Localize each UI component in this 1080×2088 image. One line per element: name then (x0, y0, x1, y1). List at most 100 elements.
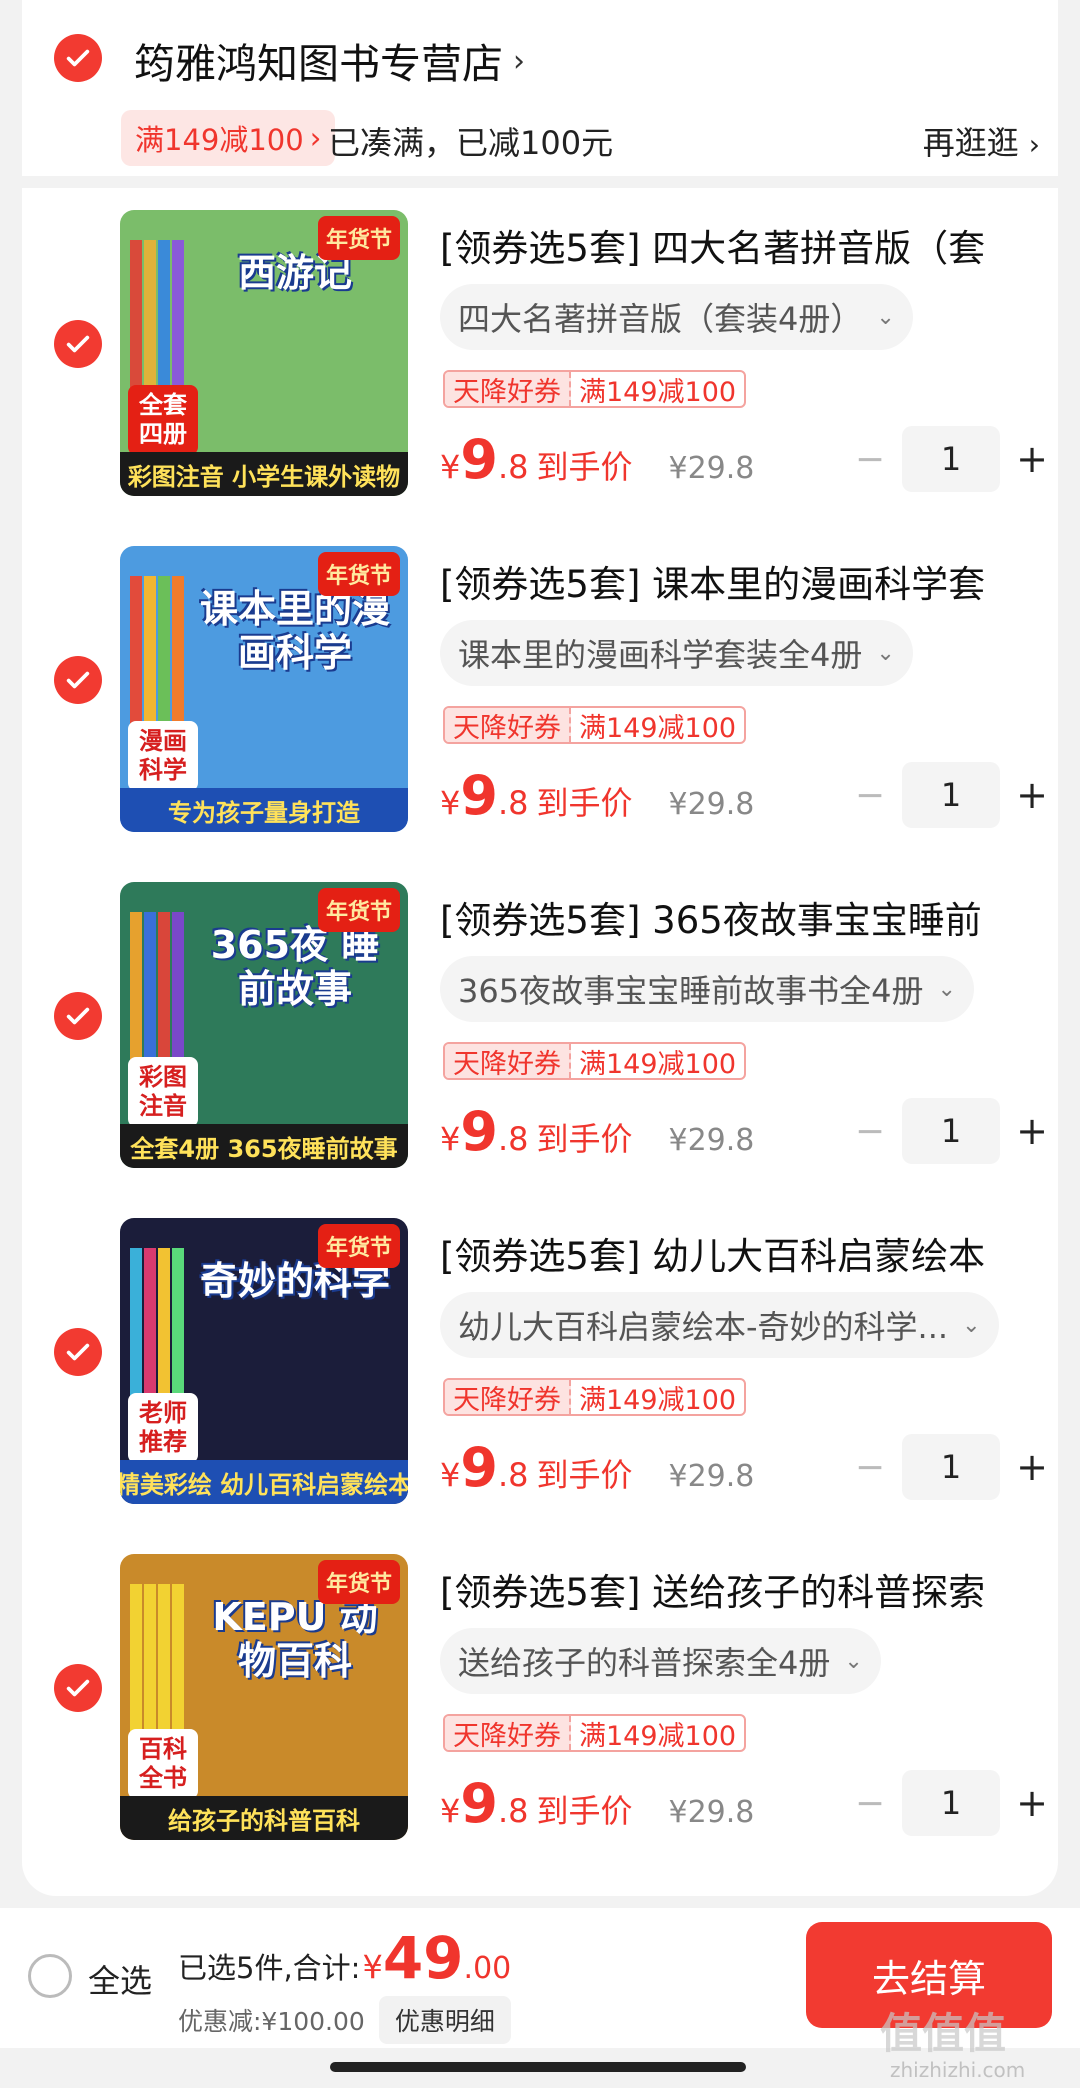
shop-more-link[interactable]: 再逛逛 › (923, 118, 1040, 164)
price-decimal: .8 (497, 1792, 529, 1830)
cover-banner: 精美彩绘 幼儿百科启蒙绘本 (120, 1460, 408, 1504)
chevron-down-icon: ⌄ (844, 1648, 863, 1674)
price-currency: ¥ (440, 1120, 461, 1158)
original-price: ¥29.8 (668, 1123, 755, 1158)
price-row: ¥ 9 .8 到手价 ¥29.8 (440, 1100, 754, 1163)
discount-amount: 优惠减:¥100.00 (178, 2007, 365, 2036)
discount-line: 优惠减:¥100.00 优惠明细 (178, 1996, 511, 2044)
item-checkbox[interactable] (54, 656, 102, 704)
product-title[interactable]: [领券选5套] 365夜故事宝宝睡前 (440, 890, 1010, 944)
decrease-button[interactable]: − (850, 1783, 890, 1824)
item-checkbox[interactable] (54, 1664, 102, 1712)
checkmark-icon (66, 1343, 90, 1361)
chevron-right-icon: › (1028, 128, 1040, 161)
quantity-value[interactable]: 1 (902, 1770, 1000, 1836)
coupon-value: 满149减100 (579, 712, 737, 744)
quantity-value[interactable]: 1 (902, 426, 1000, 492)
quantity-stepper: − 1 + (850, 1098, 1052, 1164)
quantity-value[interactable]: 1 (902, 762, 1000, 828)
item-checkbox[interactable] (54, 320, 102, 368)
cart-item: KEPU 动物百科 年货节 百科全书 给孩子的科普百科 [领券选5套] 送给孩子… (0, 1544, 1080, 1840)
variant-selector[interactable]: 365夜故事宝宝睡前故事书全4册 ⌄ (440, 956, 974, 1022)
cart-item: 365夜 睡前故事 年货节 彩图注音 全套4册 365夜睡前故事 [领券选5套]… (0, 872, 1080, 1168)
coupon-tag: 天降好券 满149减100 (443, 1714, 747, 1752)
coupon-value: 满149减100 (579, 376, 737, 408)
decrease-button[interactable]: − (850, 1447, 890, 1488)
decrease-button[interactable]: − (850, 775, 890, 816)
total-currency: ¥ (362, 1948, 383, 1986)
coupon-value: 满149减100 (579, 1384, 737, 1416)
variant-label: 送给孩子的科普探索全4册 (458, 1644, 831, 1682)
increase-button[interactable]: + (1012, 1445, 1052, 1489)
price-label: 到手价 (536, 448, 633, 486)
selected-summary: 已选5件,合计: (178, 1951, 361, 1985)
home-indicator[interactable] (330, 2062, 746, 2072)
quantity-stepper: − 1 + (850, 1434, 1052, 1500)
festival-badge: 年货节 (317, 888, 400, 932)
select-all-label[interactable]: 全选 (88, 1956, 152, 2002)
original-price: ¥29.8 (668, 787, 755, 822)
item-checkbox[interactable] (54, 992, 102, 1040)
product-image[interactable]: 课本里的漫画科学 年货节 漫画科学 专为孩子量身打造 (120, 546, 408, 832)
checkmark-icon (66, 49, 90, 67)
product-title[interactable]: [领券选5套] 四大名著拼音版（套 (440, 218, 1010, 272)
select-all-checkbox[interactable] (28, 1954, 72, 1998)
product-title[interactable]: [领券选5套] 送给孩子的科普探索 (440, 1562, 1010, 1616)
cover-title: 365夜 睡前故事 (210, 923, 380, 1011)
cover-corner-badge: 漫画科学 (128, 721, 198, 791)
cart-item: 课本里的漫画科学 年货节 漫画科学 专为孩子量身打造 [领券选5套] 课本里的漫… (0, 536, 1080, 832)
quantity-value[interactable]: 1 (902, 1434, 1000, 1500)
price-label: 到手价 (536, 1792, 633, 1830)
product-image[interactable]: 西游记 年货节 全套四册 彩图注音 小学生课外读物 (120, 210, 408, 496)
promo-status: 已凑满，已减100元 (328, 124, 614, 162)
original-price: ¥29.8 (668, 1459, 755, 1494)
chevron-down-icon: ⌄ (937, 976, 956, 1002)
coupon-value: 满149减100 (579, 1720, 737, 1752)
decrease-button[interactable]: − (850, 1111, 890, 1152)
discount-detail-button[interactable]: 优惠明细 (378, 1996, 511, 2044)
product-image[interactable]: 奇妙的科学 年货节 老师推荐 精美彩绘 幼儿百科启蒙绘本 (120, 1218, 408, 1504)
variant-selector[interactable]: 四大名著拼音版（套装4册） ⌄ (440, 284, 913, 350)
increase-button[interactable]: + (1012, 1109, 1052, 1153)
festival-badge: 年货节 (317, 552, 400, 596)
total-summary: 已选5件,合计: ¥ 49 .00 (178, 1924, 511, 1992)
price-row: ¥ 9 .8 到手价 ¥29.8 (440, 1772, 754, 1835)
chevron-down-icon: ⌄ (876, 640, 895, 666)
item-checkbox[interactable] (54, 1328, 102, 1376)
store-name-link[interactable]: 筠雅鸿知图书专营店 › (134, 30, 525, 90)
checkmark-icon (66, 671, 90, 689)
store-checkbox[interactable] (54, 34, 102, 82)
product-title[interactable]: [领券选5套] 幼儿大百科启蒙绘本 (440, 1226, 1010, 1280)
cover-corner-badge: 全套四册 (128, 385, 198, 455)
variant-selector[interactable]: 课本里的漫画科学套装全4册 ⌄ (440, 620, 913, 686)
price-integer: 9 (460, 1772, 498, 1835)
cart-item: 奇妙的科学 年货节 老师推荐 精美彩绘 幼儿百科启蒙绘本 [领券选5套] 幼儿大… (0, 1208, 1080, 1504)
chevron-right-icon: › (309, 121, 322, 155)
cover-banner: 彩图注音 小学生课外读物 (120, 452, 408, 496)
product-title[interactable]: [领券选5套] 课本里的漫画科学套 (440, 554, 1010, 608)
checkmark-icon (66, 335, 90, 353)
quantity-value[interactable]: 1 (902, 1098, 1000, 1164)
variant-label: 四大名著拼音版（套装4册） (458, 300, 863, 338)
price-integer: 9 (460, 1436, 498, 1499)
decrease-button[interactable]: − (850, 439, 890, 480)
increase-button[interactable]: + (1012, 773, 1052, 817)
quantity-stepper: − 1 + (850, 762, 1052, 828)
variant-selector[interactable]: 幼儿大百科启蒙绘本-奇妙的科学... ⌄ (440, 1292, 999, 1358)
coupon-tag: 天降好券 满149减100 (443, 370, 747, 408)
increase-button[interactable]: + (1012, 1781, 1052, 1825)
price-currency: ¥ (440, 1456, 461, 1494)
promo-tag[interactable]: 满149减100 › (121, 110, 336, 166)
price-integer: 9 (460, 428, 498, 491)
variant-selector[interactable]: 送给孩子的科普探索全4册 ⌄ (440, 1628, 881, 1694)
quantity-stepper: − 1 + (850, 1770, 1052, 1836)
store-name: 筠雅鸿知图书专营店 (134, 40, 503, 88)
shop-more-label: 再逛逛 (922, 124, 1019, 162)
coupon-label: 天降好券 (445, 1716, 571, 1750)
product-image[interactable]: KEPU 动物百科 年货节 百科全书 给孩子的科普百科 (120, 1554, 408, 1840)
watermark-url: zhizhizhi.com (890, 2058, 1026, 2082)
price-label: 到手价 (536, 1120, 633, 1158)
increase-button[interactable]: + (1012, 437, 1052, 481)
cover-corner-badge: 百科全书 (128, 1729, 198, 1799)
product-image[interactable]: 365夜 睡前故事 年货节 彩图注音 全套4册 365夜睡前故事 (120, 882, 408, 1168)
